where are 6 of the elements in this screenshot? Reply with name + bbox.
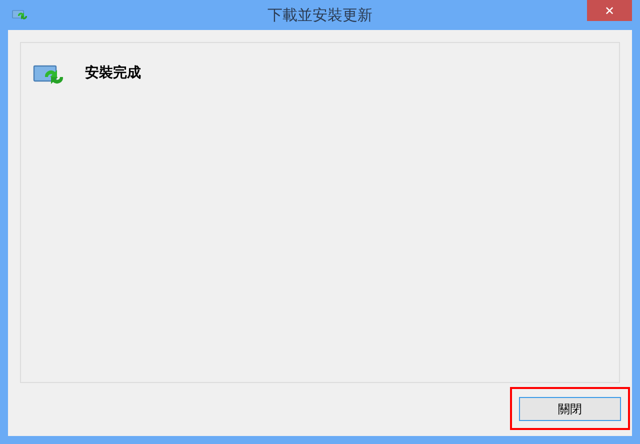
update-icon xyxy=(12,9,28,21)
close-dialog-button[interactable]: 關閉 xyxy=(519,397,621,421)
update-icon xyxy=(33,63,65,87)
close-button[interactable]: ✕ xyxy=(587,0,632,21)
window-title: 下載並安裝更新 xyxy=(268,4,372,26)
status-message: 安裝完成 xyxy=(85,64,141,83)
